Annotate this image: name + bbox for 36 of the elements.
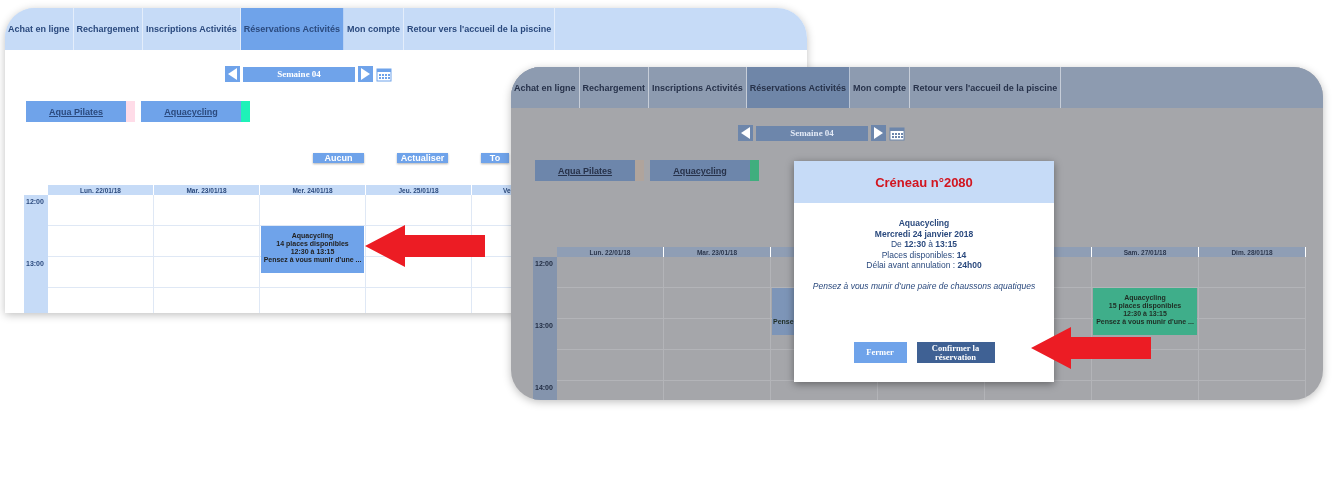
dialog-text: Délai avant annulation : 24h00 <box>866 260 982 271</box>
dialog-text: Aquacycling <box>898 218 950 229</box>
week-label: Semaine 04 <box>243 66 355 82</box>
calendar-icon[interactable] <box>376 66 392 82</box>
dialog-text: De 12:30 à 13:15 <box>890 239 958 250</box>
nav-tab[interactable]: Achat en ligne <box>511 67 580 108</box>
previous-icon <box>228 68 237 80</box>
calendar-icon[interactable] <box>889 125 905 141</box>
dialog-title: Créneau n°2080 <box>794 161 1054 203</box>
activity-filter-link[interactable]: Aqua Pilates <box>26 101 126 122</box>
nav-tab[interactable]: Achat en ligne <box>5 8 74 50</box>
nav-tab[interactable]: Inscriptions Activités <box>143 8 241 50</box>
confirm-button[interactable]: Confirmer la réservation <box>916 342 995 363</box>
next-week-button[interactable] <box>358 66 373 82</box>
previous-icon <box>741 127 750 139</box>
activity-filter-link[interactable]: Aquacycling <box>650 160 750 181</box>
previous-week-button[interactable] <box>738 125 753 141</box>
dialog-text: Pensez à vous munir d'une paire de chaussons aquatiques <box>812 280 1036 291</box>
nav-tab[interactable]: Inscriptions Activités <box>649 67 747 108</box>
close-button[interactable]: Fermer <box>853 342 907 363</box>
dialog-text: Mercredi 24 janvier 2018 <box>874 228 974 239</box>
dialog-text: Places disponibles: 14 <box>881 249 967 260</box>
action-button[interactable]: Actualiser <box>397 153 448 163</box>
arrow-icon <box>365 225 485 267</box>
arrow-icon <box>1031 327 1151 369</box>
next-icon <box>874 127 883 139</box>
nav-tab[interactable]: Réservations Activités <box>746 67 850 108</box>
action-button[interactable]: To <box>481 153 509 163</box>
previous-week-button[interactable] <box>225 66 240 82</box>
week-label: Semaine 04 <box>756 125 868 141</box>
activity-filter-link[interactable]: Aqua Pilates <box>535 160 635 181</box>
next-week-button[interactable] <box>871 125 886 141</box>
activity-filter-link[interactable]: Aquacycling <box>141 101 241 122</box>
next-icon <box>361 68 370 80</box>
nav-tab[interactable]: Réservations Activités <box>240 8 344 50</box>
action-button[interactable]: Aucun <box>313 153 364 163</box>
